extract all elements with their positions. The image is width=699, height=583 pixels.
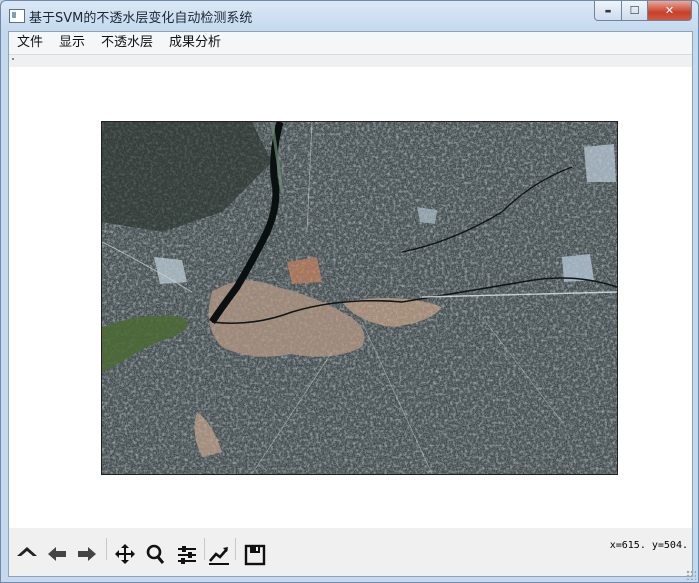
toolbar-separator	[204, 538, 205, 560]
menu-display[interactable]: 显示	[51, 32, 93, 54]
cursor-coordinates: x=615. y=504.	[609, 540, 688, 551]
toolbar-separator	[235, 538, 236, 560]
app-icon	[9, 9, 25, 23]
close-icon: ✕	[664, 4, 675, 17]
menu-bar: 文件 显示 不透水层 成果分析	[9, 32, 692, 54]
back-arrow-icon[interactable]	[45, 542, 69, 566]
title-bar[interactable]: 基于SVM的不透水层变化自动检测系统 ▬ ☐ ✕	[1, 1, 698, 31]
figure-canvas[interactable]	[9, 67, 692, 527]
client-area: 文件 显示 不透水层 成果分析 x=615. y=504.	[8, 31, 693, 577]
toolbar-separator	[106, 538, 107, 560]
navigation-toolbar: x=615. y=504.	[9, 528, 692, 576]
toolbar-strip	[9, 54, 692, 68]
caption-buttons: ▬ ☐ ✕	[594, 1, 692, 21]
configure-subplots-icon[interactable]	[175, 542, 199, 566]
save-icon[interactable]	[243, 542, 267, 566]
window-title: 基于SVM的不透水层变化自动检测系统	[29, 11, 253, 26]
menu-result-analysis[interactable]: 成果分析	[161, 32, 229, 54]
forward-arrow-icon[interactable]	[75, 542, 99, 566]
app-window: 基于SVM的不透水层变化自动检测系统 ▬ ☐ ✕ 文件 显示 不透水层 成果分析	[0, 0, 699, 583]
zoom-icon[interactable]	[143, 542, 167, 566]
pan-icon[interactable]	[113, 542, 137, 566]
menu-impervious-layer[interactable]: 不透水层	[93, 32, 161, 54]
maximize-button[interactable]: ☐	[622, 1, 648, 21]
menu-file[interactable]: 文件	[9, 32, 51, 54]
resize-grip[interactable]	[686, 570, 696, 580]
home-icon[interactable]	[15, 542, 39, 566]
minimize-button[interactable]: ▬	[594, 1, 622, 21]
minimize-icon: ▬	[604, 6, 612, 15]
satellite-image	[101, 121, 618, 475]
grip-handle[interactable]	[12, 58, 14, 60]
close-button[interactable]: ✕	[648, 1, 692, 21]
edit-axis-icon[interactable]	[207, 542, 231, 566]
maximize-icon: ☐	[629, 4, 640, 17]
